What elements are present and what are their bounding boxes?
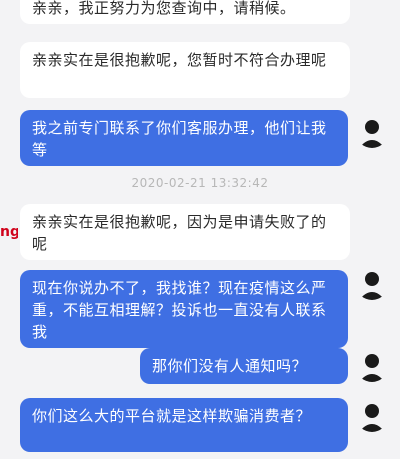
avatar — [356, 268, 388, 300]
user-message: 那你们没有人通知吗？ — [140, 348, 348, 384]
message-timestamp: 2020-02-21 13:32:42 — [131, 176, 269, 190]
agent-message: 亲亲实在是很抱歉呢，因为是申请失败了的呢 — [20, 204, 350, 260]
user-silhouette-icon — [359, 272, 385, 300]
message-text: 你们这么大的平台就是这样欺骗消费者？ — [32, 407, 312, 425]
avatar — [356, 400, 388, 432]
user-silhouette-icon — [359, 404, 385, 432]
message-text: 那你们没有人通知吗？ — [152, 357, 308, 375]
agent-message: 亲亲实在是很抱歉呢，您暂时不符合办理呢 — [20, 42, 350, 98]
message-text: 亲亲实在是很抱歉呢，因为是申请失败了的呢 — [32, 213, 327, 253]
side-fragment-text: ng — [0, 224, 18, 240]
user-message: 现在你说办不了，我找谁？现在疫情这么严重，不能互相理解？投诉也一直没有人联系我 — [20, 270, 348, 348]
message-text: 亲亲实在是很抱歉呢，您暂时不符合办理呢 — [32, 51, 327, 69]
avatar — [356, 350, 388, 382]
message-text: 现在你说办不了，我找谁？现在疫情这么严重，不能互相理解？投诉也一直没有人联系我 — [32, 279, 327, 341]
message-text: 我之前专门联系了你们客服办理，他们让我等 — [32, 119, 327, 159]
user-message: 我之前专门联系了你们客服办理，他们让我等 — [20, 110, 348, 166]
avatar — [356, 116, 388, 148]
user-message: 你们这么大的平台就是这样欺骗消费者？ — [20, 398, 348, 452]
agent-message: 亲亲，我正努力为您查询中，请稍候。 — [20, 0, 350, 24]
user-silhouette-icon — [359, 354, 385, 382]
user-silhouette-icon — [359, 120, 385, 148]
message-text: 亲亲，我正努力为您查询中，请稍候。 — [32, 0, 296, 17]
